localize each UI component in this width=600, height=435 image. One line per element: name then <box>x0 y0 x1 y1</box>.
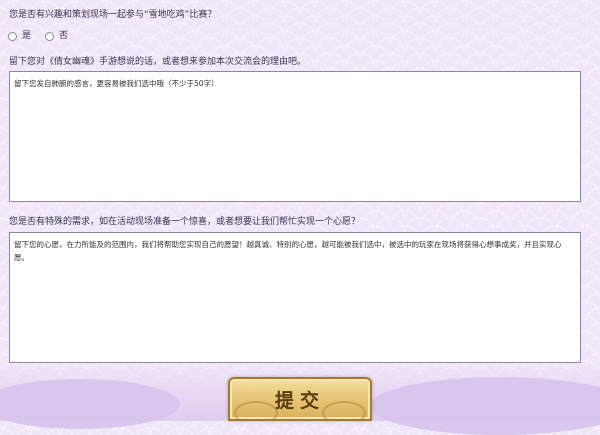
radio-option-no[interactable]: 否 <box>45 30 68 42</box>
cloud-decoration-icon <box>234 401 278 419</box>
radio-label-no: 否 <box>59 31 69 41</box>
question-message: 留下您对《倩女幽魂》手游想说的话，或者想来参加本次交流会的理由吧。 <box>9 57 307 67</box>
message-textarea[interactable]: 留下您发自肺腑的感言，更容易被我们选中哦（不少于50字） <box>9 71 581 202</box>
message-textarea-placeholder: 留下您发自肺腑的感言，更容易被我们选中哦（不少于50字） <box>14 79 219 88</box>
radio-button-icon[interactable] <box>45 31 55 41</box>
cloud-decoration-icon <box>322 401 366 419</box>
radio-group-participation: 是 否 <box>8 30 82 42</box>
question-snow-game: 您是否有兴趣和策划现场一起参与“雪地吃鸡”比赛？ <box>9 10 217 20</box>
submit-button-label: 提交 <box>274 389 325 412</box>
radio-button-icon[interactable] <box>8 31 17 41</box>
question-special-request: 您是否有特殊的需求，如在活动现场准备一个惊喜，或者想要让我们帮忙实现一个心愿？ <box>9 217 361 227</box>
radio-option-yes[interactable]: 是 <box>8 30 31 42</box>
wish-textarea-placeholder: 留下您的心愿，在力所能及的范围内，我们将帮助您实现自己的愿望！越真诚、特别的心愿… <box>14 240 562 262</box>
submit-button[interactable]: 提交 <box>228 377 372 421</box>
radio-label-yes: 是 <box>22 31 32 41</box>
wish-textarea[interactable]: 留下您的心愿，在力所能及的范围内，我们将帮助您实现自己的愿望！越真诚、特别的心愿… <box>9 232 581 363</box>
